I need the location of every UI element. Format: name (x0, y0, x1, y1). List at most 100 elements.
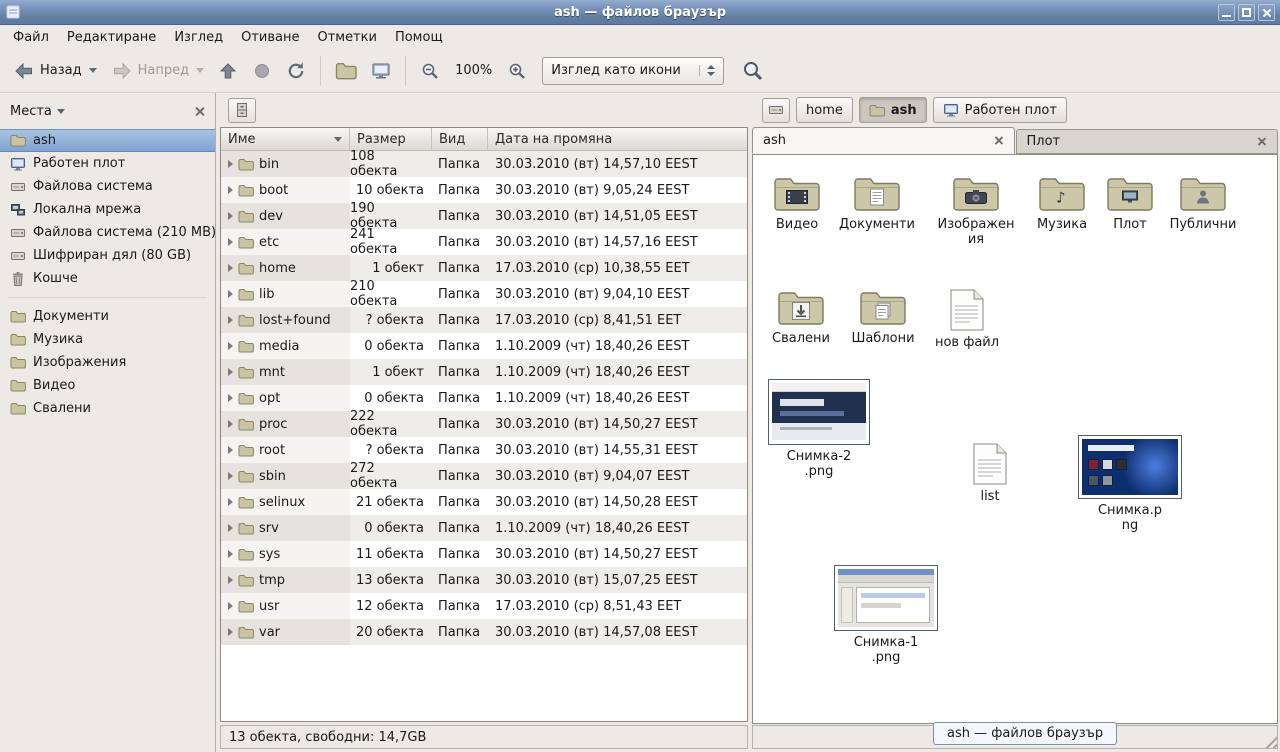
expander-icon[interactable] (228, 342, 233, 350)
expander-icon[interactable] (228, 472, 233, 480)
table-row[interactable]: srv0 обектаПапка1.10.2009 (чт) 18,40,26 … (221, 515, 747, 541)
menu-item-3[interactable]: Отиване (232, 27, 308, 48)
table-row[interactable]: opt0 обектаПапка1.10.2009 (чт) 18,40,26 … (221, 385, 747, 411)
icon-view-item[interactable]: Изображения (934, 175, 1018, 248)
column-header-date[interactable]: Дата на промяна (488, 128, 747, 150)
minimize-button[interactable] (1218, 4, 1235, 21)
expander-icon[interactable] (228, 394, 233, 402)
expander-icon[interactable] (228, 290, 233, 298)
menu-item-1[interactable]: Редактиране (58, 27, 165, 48)
icon-view-item[interactable]: Плот (1088, 175, 1172, 232)
icon-view-item[interactable]: Шаблони (841, 289, 925, 346)
notebook-tab[interactable]: Плот (1016, 129, 1279, 154)
places-title[interactable]: Места (10, 104, 52, 119)
sidebar-item[interactable]: Кошче (0, 267, 215, 290)
stop-button[interactable] (245, 57, 279, 85)
sidebar-item[interactable]: Файлова система (210 MB) (0, 221, 215, 244)
icon-view-item[interactable]: нов файл (925, 289, 1009, 350)
expander-icon[interactable] (228, 238, 233, 246)
forward-button[interactable]: Напред (104, 57, 211, 85)
search-button[interactable] (734, 55, 772, 87)
close-button[interactable] (1258, 4, 1275, 21)
sidebar-item[interactable]: Документи (0, 305, 215, 328)
titlebar[interactable]: ash — файлов браузър (0, 0, 1280, 25)
tab-close-icon[interactable] (993, 136, 1003, 146)
expander-icon[interactable] (228, 264, 233, 272)
pathbar-root-button[interactable] (762, 98, 790, 123)
icon-view-item[interactable]: Видео (755, 175, 839, 232)
expander-icon[interactable] (228, 420, 233, 428)
table-row[interactable]: sys11 обектаПапка30.03.2010 (вт) 14,50,2… (221, 541, 747, 567)
table-row[interactable]: usr12 обектаПапка17.03.2010 (ср) 8,51,43… (221, 593, 747, 619)
expander-icon[interactable] (228, 628, 233, 636)
up-button[interactable] (211, 57, 245, 85)
home-button[interactable] (328, 57, 364, 84)
expander-icon[interactable] (228, 186, 233, 194)
pathbar-button[interactable]: home (796, 97, 853, 123)
icon-view-item[interactable]: Снимка.png (1078, 435, 1182, 534)
places-dropdown-icon[interactable] (57, 109, 65, 114)
table-row[interactable]: var20 обектаПапка30.03.2010 (вт) 14,57,0… (221, 619, 747, 645)
table-row[interactable]: bin108 обектаПапка30.03.2010 (вт) 14,57,… (221, 151, 747, 177)
expander-icon[interactable] (228, 550, 233, 558)
expander-icon[interactable] (228, 368, 233, 376)
table-row[interactable]: sbin272 обектаПапка30.03.2010 (вт) 9,04,… (221, 463, 747, 489)
zoom-out-button[interactable] (413, 57, 447, 85)
sidebar-item[interactable]: ash (0, 129, 215, 152)
sidebar-item[interactable]: Музика (0, 328, 215, 351)
table-row[interactable]: boot10 обектаПапка30.03.2010 (вт) 9,05,2… (221, 177, 747, 203)
icon-view-item[interactable]: Документи (835, 175, 919, 232)
sidebar-item[interactable]: Работен плот (0, 152, 215, 175)
pathbar-button[interactable]: Работен плот (933, 97, 1067, 123)
zoom-in-button[interactable] (500, 57, 534, 85)
back-button[interactable]: Назад (6, 57, 104, 85)
menu-item-2[interactable]: Изглед (165, 27, 232, 48)
table-row[interactable]: lost+found? обектаПапка17.03.2010 (ср) 8… (221, 307, 747, 333)
expander-icon[interactable] (228, 602, 233, 610)
table-row[interactable]: lib210 обектаПапка30.03.2010 (вт) 9,04,1… (221, 281, 747, 307)
table-row[interactable]: etc241 обектаПапка30.03.2010 (вт) 14,57,… (221, 229, 747, 255)
icon-view-item[interactable]: Снимка-1.png (834, 565, 938, 666)
root-location-button[interactable] (228, 98, 256, 123)
expander-icon[interactable] (228, 498, 233, 506)
table-row[interactable]: dev190 обектаПапка30.03.2010 (вт) 14,51,… (221, 203, 747, 229)
table-row[interactable]: mnt1 обектПапка1.10.2009 (чт) 18,40,26 E… (221, 359, 747, 385)
type-cell: Папка (432, 255, 488, 281)
sidebar-item[interactable]: Шифриран дял (80 GB) (0, 244, 215, 267)
view-mode-select[interactable]: Изглед като икони (542, 57, 724, 85)
sidebar-item[interactable]: Локална мрежа (0, 198, 215, 221)
menu-item-0[interactable]: Файл (4, 27, 58, 48)
icon-view-item[interactable]: list (948, 443, 1032, 504)
column-header-name[interactable]: Име (221, 128, 350, 150)
table-row[interactable]: tmp13 обектаПапка30.03.2010 (вт) 15,07,2… (221, 567, 747, 593)
notebook-tab[interactable]: ash (752, 127, 1015, 154)
expander-icon[interactable] (228, 576, 233, 584)
icon-view-item[interactable]: Публични (1161, 175, 1245, 232)
tab-close-icon[interactable] (1257, 137, 1267, 147)
sidebar-item[interactable]: Свалени (0, 397, 215, 420)
expander-icon[interactable] (228, 316, 233, 324)
table-row[interactable]: proc222 обектаПапка30.03.2010 (вт) 14,50… (221, 411, 747, 437)
reload-button[interactable] (279, 57, 313, 85)
expander-icon[interactable] (228, 524, 233, 532)
sidebar-item[interactable]: Видео (0, 374, 215, 397)
pathbar-button[interactable]: ash (859, 97, 927, 123)
menu-item-4[interactable]: Отметки (308, 27, 385, 48)
expander-icon[interactable] (228, 446, 233, 454)
places-close-icon[interactable] (194, 106, 205, 117)
table-row[interactable]: root? обектаПапка30.03.2010 (вт) 14,55,3… (221, 437, 747, 463)
icon-view-item[interactable]: Свалени (759, 289, 843, 346)
expander-icon[interactable] (228, 212, 233, 220)
icon-view-item[interactable]: Снимка-2.png (767, 379, 871, 480)
menu-item-5[interactable]: Помощ (386, 27, 452, 48)
column-header-type[interactable]: Вид (432, 128, 488, 150)
column-header-size[interactable]: Размер (350, 128, 432, 150)
table-row[interactable]: home1 обектПапка17.03.2010 (ср) 10,38,55… (221, 255, 747, 281)
table-row[interactable]: selinux21 обектаПапка30.03.2010 (вт) 14,… (221, 489, 747, 515)
table-row[interactable]: media0 обектаПапка1.10.2009 (чт) 18,40,2… (221, 333, 747, 359)
sidebar-item[interactable]: Файлова система (0, 175, 215, 198)
computer-button[interactable] (364, 57, 398, 85)
sidebar-item[interactable]: Изображения (0, 351, 215, 374)
maximize-button[interactable] (1238, 4, 1255, 21)
expander-icon[interactable] (228, 160, 233, 168)
